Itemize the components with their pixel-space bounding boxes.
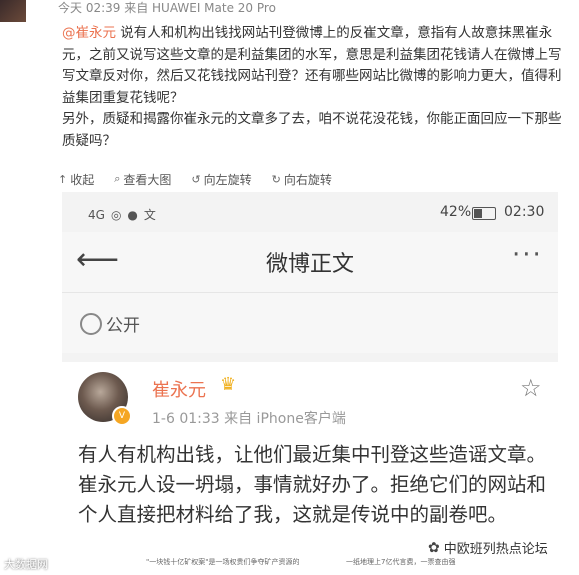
watermark-right: ✿ 中欧班列热点论坛 [428, 538, 548, 558]
crown-icon: ♛ [220, 374, 237, 395]
app-icon: ◎ [110, 207, 122, 222]
star-icon[interactable]: ☆ [520, 374, 542, 402]
battery-fill [474, 209, 482, 218]
view-large-label: 查看大图 [123, 172, 172, 187]
post-meta: 今天 02:39 来自 HUAWEI Mate 20 Pro [58, 1, 276, 15]
text-icon: 文 [143, 208, 156, 222]
caption-fragment: 一纸地理上7亿代言费，一票查由强 [346, 558, 456, 566]
battery-icon [472, 207, 496, 220]
visibility-row: 公开 [62, 292, 558, 353]
collapse-button[interactable]: ↑ 收起 [58, 170, 94, 188]
signal-label: 4G [88, 207, 105, 222]
page-title: 微博正文 [265, 252, 354, 277]
post-text: 有人有机构出钱，让他们最近集中刊登这些造谣文章。崔永元人设一坍塌，事情就好办了。… [78, 443, 547, 526]
caption-fragment: "一块钱十亿矿权案"是一场权贵们争夺矿产资源的 [146, 558, 300, 566]
image-toolbar: ↑ 收起 ⌕ 查看大图 ↺ 向左旋转 ↻ 向右旋转 [58, 170, 332, 188]
wechat-icon: ✿ [428, 539, 440, 556]
battery-percent: 42% [440, 204, 472, 220]
wechat-icon: ● [127, 207, 138, 222]
embedded-screenshot: 4G ◎ ● 文 42% 02:30 ⟵ 微博正文 ··· 公开 V 崔永元 ♛… [62, 192, 558, 575]
rotate-left-button[interactable]: ↺ 向左旋转 [191, 170, 251, 188]
comment-text-2: 另外，质疑和揭露你崔永元的文章多了去，咱不说花没花钱，你能正面回应一下那些质疑吗… [62, 111, 562, 149]
post-meta: 1-6 01:33 来自 iPhone客户端 [152, 411, 346, 427]
more-dots-icon[interactable]: ··· [512, 240, 543, 270]
watermark-right-label: 中欧班列热点论坛 [443, 542, 548, 557]
status-bar: 4G ◎ ● 文 42% 02:30 [62, 192, 558, 232]
comment-body: @崔永元 说有人和机构出钱找网站刊登微博上的反崔文章，意指有人故意抹黑崔永元，之… [62, 23, 564, 152]
rotate-right-icon: ↻ [271, 172, 281, 186]
view-large-button[interactable]: ⌕ 查看大图 [114, 170, 171, 188]
rotate-right-button[interactable]: ↻ 向右旋转 [272, 170, 332, 188]
avatar[interactable] [0, 0, 26, 22]
nav-bar: ⟵ 微博正文 ··· [62, 232, 558, 292]
mention-link[interactable]: @崔永元 [62, 25, 116, 41]
magnifier-icon: ⌕ [114, 172, 121, 185]
rotate-left-label: 向左旋转 [203, 172, 252, 187]
rotate-left-icon: ↺ [191, 172, 201, 186]
rotate-right-label: 向右旋转 [283, 172, 332, 187]
status-left: 4G ◎ ● 文 [88, 206, 156, 223]
collapse-label: 收起 [70, 172, 95, 187]
visibility-label: 公开 [106, 316, 140, 336]
collapse-arrow-icon: ↑ [58, 172, 68, 186]
status-time: 02:30 [504, 204, 545, 220]
verified-badge-icon: V [112, 406, 132, 426]
user-name[interactable]: 崔永元 [152, 376, 206, 402]
globe-icon [80, 313, 102, 335]
watermark-left: 大数据网 [4, 558, 48, 571]
comment-text: 说有人和机构出钱找网站刊登微博上的反崔文章，意指有人故意抹黑崔永元，之前又说写这… [62, 25, 562, 106]
